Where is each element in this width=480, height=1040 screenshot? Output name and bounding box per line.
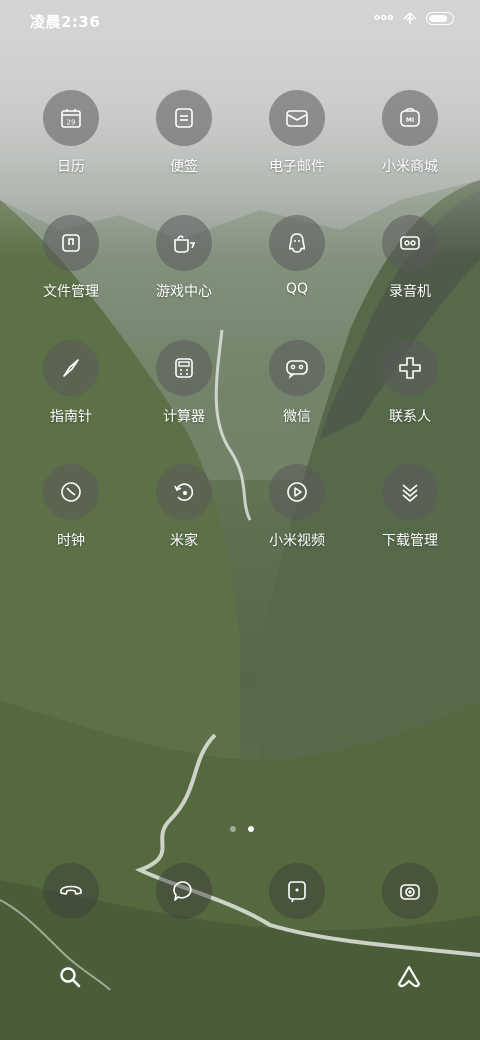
browser-icon[interactable] [269,863,325,919]
qq-icon [269,215,325,271]
app-wechat[interactable]: 微信 [242,340,352,426]
app-label: 录音机 [389,284,431,300]
battery-icon [426,11,454,25]
camera-icon[interactable] [382,863,438,919]
app-compass[interactable]: 指南针 [16,340,126,426]
calculator-icon [156,340,212,396]
app-label: 微信 [283,409,311,425]
app-label: 计算器 [163,409,205,425]
download-icon [382,464,438,520]
app-mijia[interactable]: 米家 [129,464,239,550]
app-mi-video[interactable]: 小米视频 [242,464,352,550]
app-file-manager[interactable]: 文件管理 [16,215,126,301]
file-manager-icon [43,215,99,271]
app-label: 文件管理 [43,284,99,300]
page-dot-active[interactable] [248,826,254,832]
mail-icon [269,90,325,146]
mi-video-icon [269,464,325,520]
app-label: 便签 [170,159,198,175]
app-label: 米家 [170,533,198,549]
mi-store-icon: MI [382,90,438,146]
app-calendar[interactable]: 29 日历 [16,90,126,176]
status-bar: 凌晨2:36 ooo [0,0,480,40]
app-label: 指南针 [50,409,92,425]
status-icons: ooo [374,11,454,25]
clock-icon [43,464,99,520]
app-label: 电子邮件 [269,159,325,175]
app-notes[interactable]: 便签 [129,90,239,176]
calendar-icon: 29 [43,90,99,146]
wechat-icon [269,340,325,396]
app-label: 游戏中心 [156,284,212,300]
calendar-date: 29 [67,119,76,127]
app-label: 小米商城 [382,159,438,175]
app-game-center[interactable]: 游戏中心 [129,215,239,301]
app-label: 日历 [57,159,85,175]
signal-icon: ooo [373,13,394,23]
app-qq[interactable]: QQ [242,215,352,297]
app-clock[interactable]: 时钟 [16,464,126,550]
assistant-icon[interactable] [389,957,429,997]
messages-icon[interactable] [156,863,212,919]
app-label: 下载管理 [382,533,438,549]
compass-icon [43,340,99,396]
app-label: 时钟 [57,533,85,549]
status-time: 凌晨2:36 [30,13,101,31]
app-calculator[interactable]: 计算器 [129,340,239,426]
search-icon[interactable] [50,957,90,997]
app-recorder[interactable]: 录音机 [355,215,465,301]
page-indicator [230,826,254,832]
game-center-icon [156,215,212,271]
recorder-icon [382,215,438,271]
app-download-manager[interactable]: 下载管理 [355,464,465,550]
contacts-icon [382,340,438,396]
app-mi-store[interactable]: MI 小米商城 [355,90,465,176]
notes-icon [156,90,212,146]
phone-icon[interactable] [43,863,99,919]
app-label: 小米视频 [269,533,325,549]
app-label: 联系人 [389,409,431,425]
app-email[interactable]: 电子邮件 [242,90,352,176]
wifi-icon [402,11,418,25]
mijia-icon [156,464,212,520]
app-contacts[interactable]: 联系人 [355,340,465,426]
app-label: QQ [285,281,309,297]
page-dot[interactable] [230,826,236,832]
mi-logo-text: MI [406,117,414,124]
